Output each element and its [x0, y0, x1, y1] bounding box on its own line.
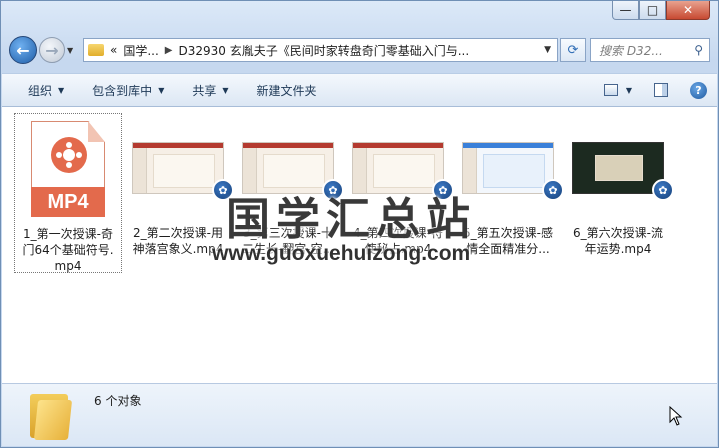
refresh-button[interactable]: ⟳: [560, 38, 586, 62]
file-name[interactable]: 1_第一次授课-奇 门64个基础符号. mp4: [15, 226, 121, 274]
watermark-url: www.guoxuehuizong.com: [212, 242, 471, 265]
search-input[interactable]: 搜索 D32... ⚲: [590, 38, 710, 62]
refresh-icon: ⟳: [567, 42, 579, 58]
file-item[interactable]: ✿ 6_第六次授课-流 年运势.mp4: [564, 113, 674, 273]
media-player-icon: ✿: [542, 179, 564, 201]
include-in-library-menu[interactable]: 包含到库中 ▼: [78, 78, 178, 102]
maximize-button[interactable]: □: [639, 1, 666, 20]
forward-button[interactable]: →: [39, 37, 65, 63]
breadcrumb-overflow[interactable]: «: [110, 43, 117, 57]
folder-icon: [88, 44, 104, 56]
include-in-library-label: 包含到库中: [92, 83, 153, 98]
minimize-icon: —: [619, 3, 632, 17]
organize-label: 组织: [28, 83, 53, 98]
file-item[interactable]: MP4 1_第一次授课-奇 门64个基础符号. mp4: [14, 113, 122, 273]
breadcrumb-item-root[interactable]: 国学...: [123, 42, 158, 59]
minimize-button[interactable]: —: [612, 1, 639, 20]
chevron-down-icon: ▼: [58, 85, 65, 95]
film-reel-icon: [51, 137, 87, 173]
close-icon: ✕: [682, 3, 694, 17]
help-icon[interactable]: ?: [690, 81, 707, 99]
share-menu[interactable]: 共享 ▼: [178, 78, 242, 102]
new-folder-label: 新建文件夹: [256, 83, 317, 98]
file-thumbnail: ✿: [124, 113, 234, 223]
file-name[interactable]: 6_第六次授课-流 年运势.mp4: [564, 225, 672, 257]
chevron-right-icon[interactable]: ▶: [165, 45, 173, 56]
media-player-icon: ✿: [652, 179, 674, 201]
share-label: 共享: [192, 83, 217, 98]
file-thumbnail: ✿: [564, 113, 674, 223]
arrow-right-icon: →: [45, 40, 59, 60]
mp4-label: MP4: [31, 187, 105, 217]
explorer-window: — □ ✕ ← → ▼ « 国学... ▶ D32930 玄胤夫子《民间时家转盘…: [0, 0, 719, 448]
preview-pane-icon[interactable]: [654, 83, 668, 97]
file-list: MP4 1_第一次授课-奇 门64个基础符号. mp4 ✿ 2_第二次授课-用 …: [2, 107, 717, 383]
mp4-file-icon: MP4: [31, 121, 105, 217]
video-thumbnail-dark: [572, 142, 664, 194]
back-button[interactable]: ←: [9, 36, 37, 64]
chevron-down-icon: ▼: [158, 85, 165, 95]
mouse-pointer-icon: [669, 406, 683, 426]
file-thumbnail: MP4: [15, 114, 121, 224]
object-count: 6 个对象: [94, 394, 142, 408]
watermark-title: 国学汇总站: [226, 194, 476, 245]
view-controls: ▼ ?: [603, 81, 717, 99]
maximize-icon: □: [646, 3, 659, 17]
close-button[interactable]: ✕: [666, 1, 710, 20]
chevron-down-icon: ▼: [222, 85, 229, 95]
video-thumbnail: [132, 142, 224, 194]
recent-pages-dropdown[interactable]: ▼: [67, 46, 79, 55]
navigation-bar: ← → ▼ « 国学... ▶ D32930 玄胤夫子《民间时家转盘奇门零基础入…: [9, 35, 710, 65]
address-dropdown-button[interactable]: ▼: [538, 45, 557, 55]
change-view-icon[interactable]: [603, 84, 618, 96]
search-icon[interactable]: ⚲: [694, 43, 703, 57]
folder-icon: [30, 390, 73, 440]
details-pane: 6 个对象: [2, 383, 717, 446]
chevron-down-icon[interactable]: ▼: [626, 86, 632, 95]
search-placeholder: 搜索 D32...: [599, 43, 663, 58]
organize-menu[interactable]: 组织 ▼: [14, 78, 78, 102]
address-bar[interactable]: « 国学... ▶ D32930 玄胤夫子《民间时家转盘奇门零基础入门与... …: [83, 38, 558, 62]
command-bar: 组织 ▼ 包含到库中 ▼ 共享 ▼ 新建文件夹 ▼ ?: [2, 73, 717, 107]
new-folder-button[interactable]: 新建文件夹: [243, 78, 331, 102]
arrow-left-icon: ←: [16, 40, 30, 60]
caption-buttons: — □ ✕: [612, 1, 710, 21]
breadcrumb-item-current[interactable]: D32930 玄胤夫子《民间时家转盘奇门零基础入门与...: [179, 42, 470, 59]
